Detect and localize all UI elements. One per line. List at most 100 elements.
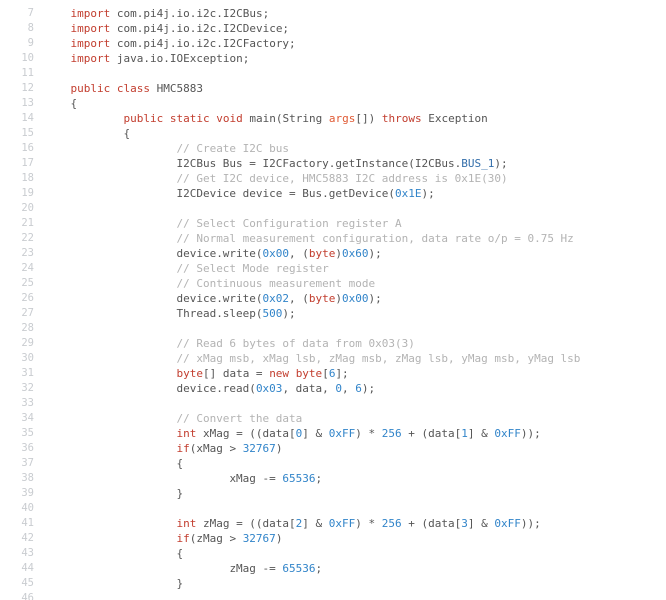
token: if [176,442,189,455]
token: , ( [289,247,309,260]
line-number: 41 [0,516,34,531]
token: } [176,487,183,500]
token: [] data = [203,367,269,380]
token: )); [521,517,541,530]
token: I2CDevice device = Bus.getDevice( [176,187,395,200]
line-number: 45 [0,576,34,591]
token: com.pi4j.io.i2c.I2CBus; [110,7,269,20]
token: com.pi4j.io.i2c.I2CFactory; [110,37,295,50]
token: 0x00 [263,247,290,260]
token: xMag -= [229,472,282,485]
token: BUS_1 [461,157,494,170]
token: new [269,367,289,380]
line-number: 33 [0,396,34,411]
token: { [176,547,183,560]
token: byte [309,292,336,305]
token: { [71,97,78,110]
code-line: zMag -= 65536; [44,561,666,576]
token: main(String [243,112,329,125]
code-line: device.write(0x00, (byte)0x60); [44,246,666,261]
token: ); [369,247,382,260]
token: ) * [355,517,382,530]
token: ; [316,472,323,485]
token: // Read 6 bytes of data from 0x03(3) [176,337,414,350]
line-number: 26 [0,291,34,306]
token: byte [296,367,323,380]
token: [ [322,367,329,380]
token: , [342,382,355,395]
token: Thread.sleep( [176,307,262,320]
line-number: 27 [0,306,34,321]
token: import [71,52,111,65]
line-number-gutter: 7891011121314151617181920212223242526272… [0,6,44,600]
code-line [44,321,666,336]
token: int [176,427,196,440]
token: ) * [355,427,382,440]
code-line: import com.pi4j.io.i2c.I2CFactory; [44,36,666,51]
code-line [44,396,666,411]
code-line [44,501,666,516]
line-number: 34 [0,411,34,426]
line-number: 7 [0,6,34,21]
token: // xMag msb, xMag lsb, zMag msb, zMag ls… [176,352,580,365]
code-line: // Convert the data [44,411,666,426]
token: ] & [302,517,329,530]
code-line: // Normal measurement configuration, dat… [44,231,666,246]
code-area[interactable]: import com.pi4j.io.i2c.I2CBus; import co… [44,6,666,600]
line-number: 38 [0,471,34,486]
token: args [329,112,356,125]
code-line: // Continuous measurement mode [44,276,666,291]
line-number: 37 [0,456,34,471]
token: ); [362,382,375,395]
token: 32767 [243,442,276,455]
code-line: } [44,576,666,591]
code-line: if(xMag > 32767) [44,441,666,456]
code-line: device.read(0x03, data, 0, 6); [44,381,666,396]
token: 0x60 [342,247,369,260]
token: ); [369,292,382,305]
token: , data, [282,382,335,395]
line-number: 17 [0,156,34,171]
line-number: 36 [0,441,34,456]
code-line: import com.pi4j.io.i2c.I2CDevice; [44,21,666,36]
token: ); [422,187,435,200]
token: , ( [289,292,309,305]
line-number: 29 [0,336,34,351]
line-number: 39 [0,486,34,501]
token: ; [316,562,323,575]
code-line: I2CBus Bus = I2CFactory.getInstance(I2CB… [44,156,666,171]
token [163,112,170,125]
code-line: I2CDevice device = Bus.getDevice(0x1E); [44,186,666,201]
token: I2CBus Bus = I2CFactory.getInstance(I2CB… [176,157,461,170]
token: // Select Mode register [176,262,328,275]
token: { [123,127,130,140]
code-line: if(zMag > 32767) [44,531,666,546]
code-line [44,591,666,600]
token: device.write( [176,292,262,305]
token: ] & [302,427,329,440]
line-number: 28 [0,321,34,336]
token: 0x02 [263,292,290,305]
token: 6 [355,382,362,395]
line-number: 20 [0,201,34,216]
code-line: int xMag = ((data[0] & 0xFF) * 256 + (da… [44,426,666,441]
token: + (data[ [402,517,462,530]
line-number: 43 [0,546,34,561]
code-line [44,66,666,81]
token: if [176,532,189,545]
code-line: public static void main(String args[]) t… [44,111,666,126]
line-number: 44 [0,561,34,576]
token: byte [309,247,336,260]
token: (zMag > [190,532,243,545]
code-line: int zMag = ((data[2] & 0xFF) * 256 + (da… [44,516,666,531]
token: device.read( [176,382,255,395]
line-number: 31 [0,366,34,381]
token: []) [355,112,382,125]
token: import [71,7,111,20]
token: java.io.IOException; [110,52,249,65]
code-line [44,201,666,216]
line-number: 42 [0,531,34,546]
line-number: 24 [0,261,34,276]
token: ] & [468,427,495,440]
line-number: 12 [0,81,34,96]
